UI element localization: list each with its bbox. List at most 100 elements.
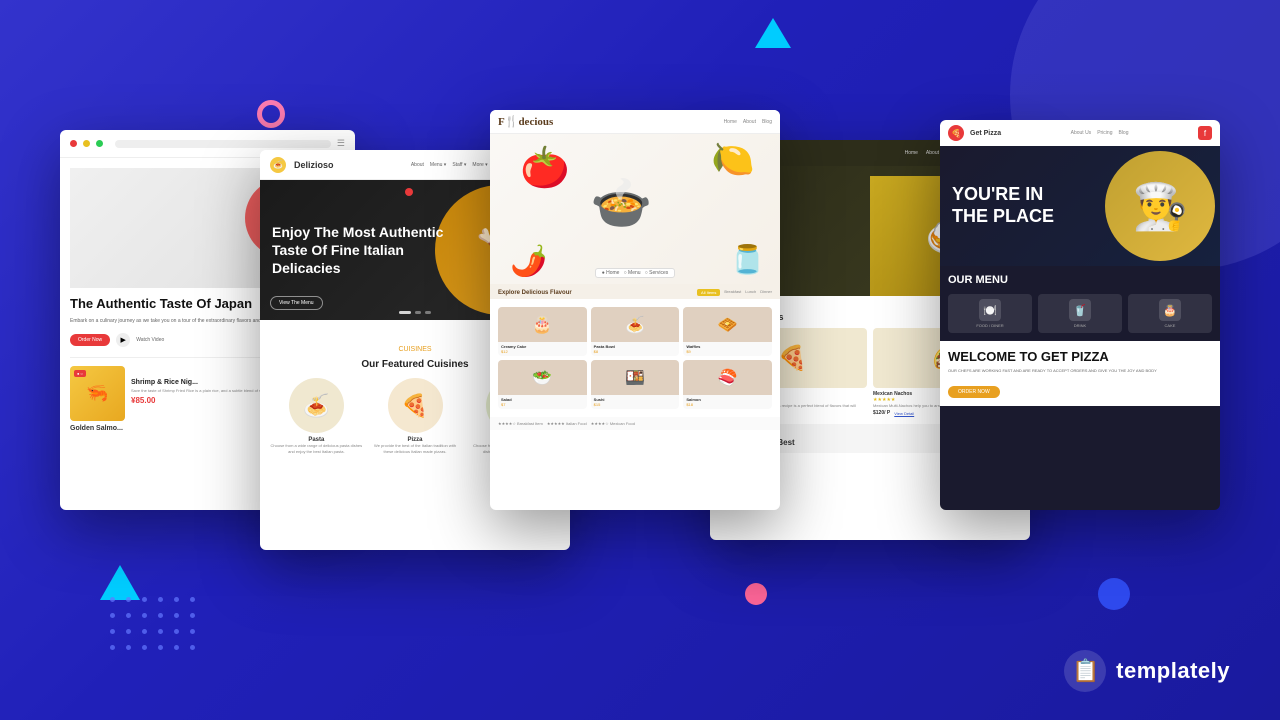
pizza-order-btn[interactable]: ORDER NOW <box>948 386 1000 398</box>
food-nav-about[interactable]: About <box>743 119 756 125</box>
food-item-4-info: Sushi $15 <box>591 395 680 409</box>
japan-watch-video-label: Watch Video <box>136 337 164 343</box>
food-item-2-info: Waffles $9 <box>683 342 772 356</box>
food-item-1-price: $8 <box>594 349 677 354</box>
food-item-5-price: $18 <box>686 402 769 407</box>
food-browser-header: F🍴decious Home About Blog <box>490 110 780 134</box>
food-item-0: 🎂 Creamy Cake $12 <box>498 307 587 356</box>
pizza-menu-cake[interactable]: 🎂 CAKE <box>1128 294 1212 333</box>
food-item-4-image: 🍱 <box>591 360 680 395</box>
food-item-3: 🥗 Salad $7 <box>498 360 587 409</box>
italian-nav-more[interactable]: More ▾ <box>472 162 487 168</box>
pizza-food-icon: 🍽️ <box>979 299 1001 321</box>
food-item-5-image: 🍣 <box>683 360 772 395</box>
japan-dot-yellow <box>83 140 90 147</box>
pizza-drink-icon: 🥤 <box>1069 299 1091 321</box>
food-item-4-price: $15 <box>594 402 677 407</box>
food-filter-breakfast[interactable]: Breakfast <box>724 289 741 296</box>
food-logo-text: F🍴decious <box>498 115 553 128</box>
japan-menu-icon: ☰ <box>337 138 345 149</box>
food-item-5: 🍣 Salmon $18 <box>683 360 772 409</box>
pizza-cake-label: CAKE <box>1165 323 1176 328</box>
italian-food-pasta: 🍝 Pasta Choose from a wide range of deli… <box>270 378 363 454</box>
italian-accent-dot <box>405 188 413 196</box>
food-hero-lemon: 🍋 <box>711 139 755 180</box>
pizza-logo-icon: 🍕 <box>948 125 964 141</box>
japan-badge: ●○ <box>74 370 86 377</box>
food-explore-bar: Explore Delicious Flavour All Items Brea… <box>490 284 780 299</box>
pizza-nav-3[interactable]: Blog <box>1118 130 1128 136</box>
pizza-nav-2[interactable]: Pricing <box>1097 130 1112 136</box>
mockups-container: ☰ 🍣 The Authentic Taste Of Japan Embark … <box>60 110 1220 640</box>
food-explore-title: Explore Delicious Flavour <box>498 290 572 296</box>
food-item-0-price: $12 <box>501 349 584 354</box>
food-item-2-image: 🧇 <box>683 307 772 342</box>
templately-brand: 📋 templately <box>1064 650 1230 692</box>
food-filter-all[interactable]: All Items <box>697 289 720 296</box>
pizza-menu-drink[interactable]: 🥤 DRINK <box>1038 294 1122 333</box>
food-filter-tabs: All Items Breakfast Lunch Dinner <box>697 289 772 296</box>
food-rating-3: ★★★★☆ Mexican Food <box>591 421 635 426</box>
italian-pasta-image: 🍝 <box>289 378 344 433</box>
food-item-5-info: Salmon $18 <box>683 395 772 409</box>
pizza-nav: About Us Pricing Blog <box>1071 130 1129 136</box>
oliva-food-1-price: $120/ P <box>873 410 890 416</box>
italian-nav-staff[interactable]: Staff ▾ <box>452 162 466 168</box>
food-item-3-image: 🥗 <box>498 360 587 395</box>
pizza-menu-section: OUR MENU 🍽️ FOOD / DINER 🥤 DRINK 🎂 CAKE <box>940 266 1220 341</box>
food-item-4: 🍱 Sushi $15 <box>591 360 680 409</box>
pizza-menu-food[interactable]: 🍽️ FOOD / DINER <box>948 294 1032 333</box>
pizza-logo-text: Get Pizza <box>970 130 1001 137</box>
japan-cta-button[interactable]: Order Now <box>70 334 110 346</box>
italian-nav-about[interactable]: About <box>411 162 424 168</box>
food-rating-1: ★★★★☆ Breakfast Item <box>498 421 543 426</box>
pizza-social-icon[interactable]: f <box>1198 126 1212 140</box>
italian-view-menu-btn[interactable]: View The Menu <box>270 291 323 310</box>
food-hero: 🍅 🍋 🌶️ 🫙 🍲 ● Home ○ Menu ○ Services <box>490 134 780 284</box>
oliva-view-detail-1[interactable]: View Detail <box>894 411 914 416</box>
japan-url-bar <box>115 140 331 148</box>
pizza-hero-person-image: 👨‍🍳 <box>1105 151 1215 261</box>
japan-dot-red <box>70 140 77 147</box>
oliva-nav-home[interactable]: Home <box>905 150 918 156</box>
japan-dot-green <box>96 140 103 147</box>
pizza-food-label: FOOD / DINER <box>976 323 1003 328</box>
japan-food-image: 🦐 ●○ <box>70 366 125 421</box>
italian-logo-icon: 🍝 <box>270 157 286 173</box>
food-item-3-info: Salad $7 <box>498 395 587 409</box>
templately-name: templately <box>1116 658 1230 684</box>
food-hero-food-items: 🍅 🍋 🌶️ 🫙 🍲 <box>490 134 780 284</box>
food-filter-lunch[interactable]: Lunch <box>745 289 756 296</box>
svg-text:📋: 📋 <box>1072 658 1099 683</box>
food-hero-tomato: 🍅 <box>520 144 570 191</box>
mockup-food[interactable]: F🍴decious Home About Blog 🍅 🍋 🌶️ 🫙 🍲 ● H… <box>490 110 780 510</box>
mockup-pizza[interactable]: 🍕 Get Pizza About Us Pricing Blog f YOU'… <box>940 120 1220 510</box>
food-nav-home[interactable]: Home <box>724 119 737 125</box>
food-rating-2: ★★★★★ Italian Food <box>547 421 587 426</box>
food-filter-dinner[interactable]: Dinner <box>760 289 772 296</box>
pizza-drink-label: DRINK <box>1074 323 1086 328</box>
food-rating-row: ★★★★☆ Breakfast Item ★★★★★ Italian Food … <box>490 417 780 430</box>
pizza-welcome-section: WELCOME TO GET PIZZA OUR CHEFS ARE WORKI… <box>940 341 1220 406</box>
italian-pizza-desc: We provide the best of the Italian tradi… <box>369 443 462 454</box>
italian-food-pizza: 🍕 Pizza We provide the best of the Itali… <box>369 378 462 454</box>
italian-nav-menu[interactable]: Menu ▾ <box>430 162 446 168</box>
food-grid-section: 🎂 Creamy Cake $12 🍝 Pasta Bowl $8 <box>490 299 780 417</box>
pizza-cake-icon: 🎂 <box>1159 299 1181 321</box>
italian-logo-text: Delizioso <box>294 160 334 170</box>
japan-play-icon[interactable]: ▶ <box>116 333 130 347</box>
food-nav-blog[interactable]: Blog <box>762 119 772 125</box>
pizza-browser-header: 🍕 Get Pizza About Us Pricing Blog f <box>940 120 1220 146</box>
pizza-nav-1[interactable]: About Us <box>1071 130 1092 136</box>
food-item-2: 🧇 Waffles $9 <box>683 307 772 356</box>
food-item-grid: 🎂 Creamy Cake $12 🍝 Pasta Bowl $8 <box>498 307 772 409</box>
food-nav: Home About Blog <box>724 119 772 125</box>
italian-pizza-image: 🍕 <box>388 378 443 433</box>
food-item-0-info: Creamy Cake $12 <box>498 342 587 356</box>
food-item-3-price: $7 <box>501 402 584 407</box>
templately-logo-icon: 📋 <box>1064 650 1106 692</box>
italian-hero-text: Enjoy The Most Authentic Taste Of Fine I… <box>272 223 444 278</box>
food-item-2-price: $9 <box>686 349 769 354</box>
pizza-hero-text: YOU'RE IN THE PLACE <box>952 184 1080 227</box>
food-item-1: 🍝 Pasta Bowl $8 <box>591 307 680 356</box>
